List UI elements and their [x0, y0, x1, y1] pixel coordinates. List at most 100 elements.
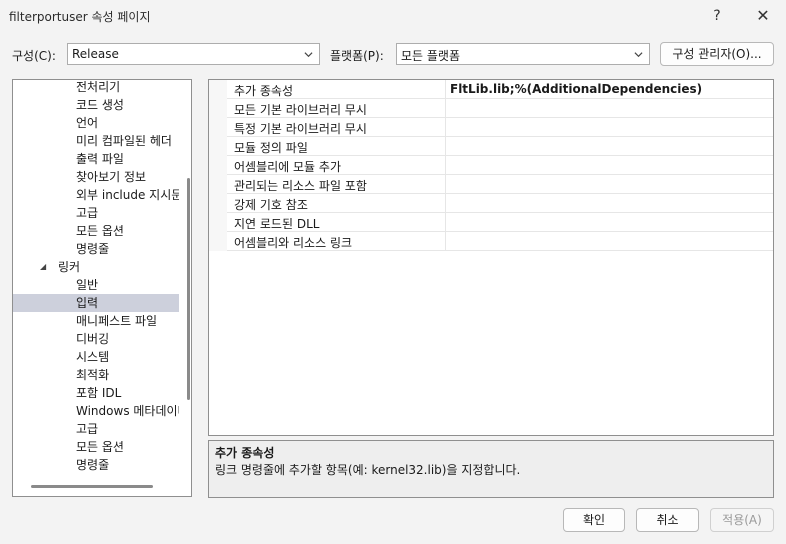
property-name: 모든 기본 라이브러리 무시: [234, 103, 367, 117]
tree-item[interactable]: 찾아보기 정보: [13, 168, 179, 186]
row-gutter: [209, 194, 227, 213]
row-gutter: [209, 213, 227, 232]
title-bar: filterportuser 속성 페이지 ? ✕: [0, 0, 786, 32]
property-name: 지연 로드된 DLL: [234, 217, 320, 231]
window-title: filterportuser 속성 페이지: [9, 10, 151, 24]
property-value[interactable]: FltLib.lib;%(AdditionalDependencies): [445, 80, 770, 98]
config-select-value: Release: [72, 47, 119, 61]
tree-item-label: 고급: [76, 422, 99, 436]
property-row[interactable]: 모든 기본 라이브러리 무시: [209, 99, 773, 118]
help-button[interactable]: ?: [702, 4, 732, 28]
tree-item[interactable]: 포함 IDL: [13, 384, 179, 402]
category-tree[interactable]: 전처리기코드 생성언어미리 컴파일된 헤더출력 파일찾아보기 정보외부 incl…: [12, 79, 192, 497]
tree-item-label: 고급: [76, 206, 99, 220]
ok-button[interactable]: 확인: [563, 508, 625, 532]
property-row[interactable]: 어셈블리와 리소스 링크: [209, 232, 773, 251]
property-row[interactable]: 관리되는 리소스 파일 포함: [209, 175, 773, 194]
tree-item-label: Windows 메타데이터: [76, 404, 179, 418]
row-gutter: [209, 118, 227, 137]
property-name: 어셈블리와 리소스 링크: [234, 236, 353, 250]
property-value[interactable]: [445, 194, 770, 212]
row-gutter: [209, 99, 227, 118]
config-label: 구성(C):: [12, 49, 56, 63]
row-gutter: [209, 175, 227, 194]
tree-item[interactable]: 코드 생성: [13, 96, 179, 114]
property-row[interactable]: 추가 종속성 FltLib.lib;%(AdditionalDependencie…: [209, 80, 773, 99]
row-gutter: [209, 137, 227, 156]
tree-item-label: 전처리기: [76, 80, 121, 94]
tree-item[interactable]: 출력 파일: [13, 150, 179, 168]
tree-item-label: 찾아보기 정보: [76, 170, 147, 184]
tree-item[interactable]: 모든 옵션: [13, 222, 179, 240]
tree-item-label: 명령줄: [76, 458, 110, 472]
tree-item-label: 출력 파일: [76, 152, 124, 166]
tree-item[interactable]: 미리 컴파일된 헤더: [13, 132, 179, 150]
tree-horizontal-scrollbar[interactable]: [31, 485, 153, 488]
property-value[interactable]: [445, 99, 770, 117]
property-row[interactable]: 특정 기본 라이브러리 무시: [209, 118, 773, 137]
tree-item-label: 최적화: [76, 368, 110, 382]
config-select[interactable]: Release: [67, 43, 320, 65]
platform-select[interactable]: 모든 플랫폼: [396, 43, 650, 65]
tree-item-label: 링커: [58, 260, 81, 274]
description-text: 링크 명령줄에 추가할 항목(예: kernel32.lib)을 지정합니다.: [215, 463, 521, 477]
row-gutter: [209, 156, 227, 175]
tree-item-label: 코드 생성: [76, 98, 124, 112]
platform-label: 플랫폼(P):: [330, 49, 384, 63]
property-row[interactable]: 지연 로드된 DLL: [209, 213, 773, 232]
tree-item[interactable]: 외부 include 지시문: [13, 186, 179, 204]
tree-item[interactable]: 고급: [13, 204, 179, 222]
tree-item-label: 매니페스트 파일: [76, 314, 158, 328]
tree-item[interactable]: ◢ 링커: [13, 258, 179, 276]
tree-item[interactable]: 전처리기: [13, 80, 179, 96]
tree-item[interactable]: Windows 메타데이터: [13, 402, 179, 420]
tree-item[interactable]: 매니페스트 파일: [13, 312, 179, 330]
description-pane: 추가 종속성 링크 명령줄에 추가할 항목(예: kernel32.lib)을 …: [208, 440, 774, 498]
tree-vertical-scrollbar[interactable]: [187, 178, 190, 400]
property-row[interactable]: 강제 기호 참조: [209, 194, 773, 213]
tree-item[interactable]: 모든 옵션: [13, 438, 179, 456]
property-name: 추가 종속성: [234, 84, 294, 98]
cancel-button[interactable]: 취소: [636, 508, 699, 532]
property-row[interactable]: 어셈블리에 모듈 추가: [209, 156, 773, 175]
property-name: 모듈 정의 파일: [234, 141, 308, 155]
config-manager-button[interactable]: 구성 관리자(O)...: [660, 42, 774, 66]
tree-item-label: 언어: [76, 116, 99, 130]
property-value[interactable]: [445, 232, 770, 250]
property-value[interactable]: [445, 213, 770, 231]
tree-item[interactable]: 시스템: [13, 348, 179, 366]
tree-item-label: 일반: [76, 278, 99, 292]
tree-item[interactable]: 고급: [13, 420, 179, 438]
tree-item-label: 모든 옵션: [76, 224, 124, 238]
tree-item-label: 모든 옵션: [76, 440, 124, 454]
row-gutter: [209, 232, 227, 251]
tree-item-label: 미리 컴파일된 헤더: [76, 134, 172, 148]
tree-item-label: 시스템: [76, 350, 110, 364]
tree-item[interactable]: 명령줄: [13, 240, 179, 258]
tree-item[interactable]: 디버깅: [13, 330, 179, 348]
property-value[interactable]: [445, 156, 770, 174]
apply-button[interactable]: 적용(A): [710, 508, 774, 532]
close-button[interactable]: ✕: [748, 4, 778, 28]
chevron-down-icon: [304, 52, 313, 58]
tree-item[interactable]: 최적화: [13, 366, 179, 384]
tree-item[interactable]: 언어: [13, 114, 179, 132]
property-name: 특정 기본 라이브러리 무시: [234, 122, 367, 136]
expand-collapse-icon[interactable]: ◢: [40, 258, 46, 276]
tree-item-label: 명령줄: [76, 242, 110, 256]
tree-item-label: 외부 include 지시문: [76, 188, 179, 202]
property-name: 강제 기호 참조: [234, 198, 308, 212]
tree-item[interactable]: 일반: [13, 276, 179, 294]
property-row[interactable]: 모듈 정의 파일: [209, 137, 773, 156]
chevron-down-icon: [634, 52, 643, 58]
tree-item-label: 입력: [76, 296, 99, 310]
tree-item[interactable]: 입력: [13, 294, 179, 312]
tree-item-label: 포함 IDL: [76, 386, 122, 400]
property-value[interactable]: [445, 175, 770, 193]
property-value[interactable]: [445, 118, 770, 136]
property-name: 어셈블리에 모듈 추가: [234, 160, 341, 174]
platform-select-value: 모든 플랫폼: [401, 49, 461, 63]
tree-item[interactable]: 명령줄: [13, 456, 179, 474]
property-name: 관리되는 리소스 파일 포함: [234, 179, 367, 193]
property-value[interactable]: [445, 137, 770, 155]
